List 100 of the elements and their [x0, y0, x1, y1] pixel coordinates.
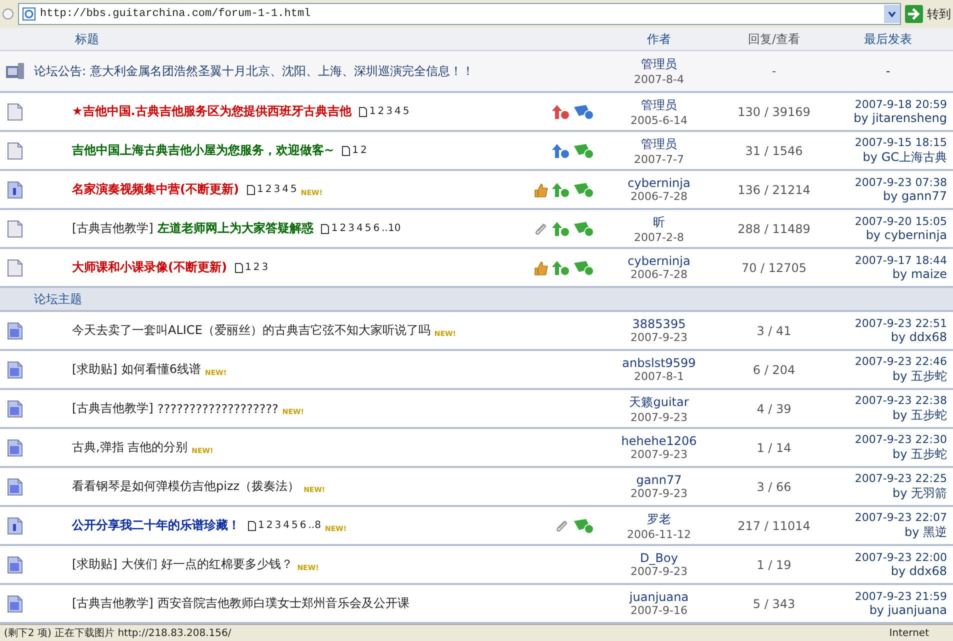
reply-view-count: 5 / 343: [752, 596, 796, 610]
category-link[interactable]: [古典吉他教学]: [72, 220, 154, 237]
last-post-time[interactable]: 2007-9-23 22:51: [854, 317, 947, 330]
topic-link[interactable]: 今天去卖了一套叫ALICE（爱丽丝）的古典吉它弦不知大家听说了吗: [72, 322, 430, 339]
last-poster[interactable]: by 五步蛇: [892, 368, 947, 384]
page-link[interactable]: 2: [253, 262, 260, 273]
topic-link[interactable]: 古典,弹指 吉他的分别: [72, 439, 188, 456]
page-link[interactable]: 5: [290, 184, 297, 195]
last-post-time[interactable]: 2007-9-15 18:15: [854, 136, 947, 148]
author-link[interactable]: hehehe1206: [621, 434, 697, 448]
author-link[interactable]: 管理员: [641, 96, 677, 114]
author-link[interactable]: 罗老: [647, 510, 671, 528]
last-poster[interactable]: by 五步蛇: [892, 406, 947, 424]
page-link[interactable]: 3: [262, 262, 268, 273]
page-link[interactable]: 1: [331, 223, 338, 234]
author-link[interactable]: juanjuana: [629, 590, 689, 604]
last-poster[interactable]: by GC上海古典: [862, 148, 947, 166]
post-date: 2007-9-23: [630, 565, 688, 578]
last-post-time[interactable]: 2007-9-23 21:59: [854, 590, 947, 603]
page-link[interactable]: 1: [256, 184, 264, 195]
topic-link[interactable]: 大师课和小课录像(不断更新): [72, 259, 227, 276]
page-link[interactable]: 6: [300, 520, 306, 531]
page-link[interactable]: 4: [394, 106, 401, 117]
post-date: 2007-8-1: [634, 370, 684, 383]
author-link[interactable]: 3885395: [632, 317, 686, 331]
page-link[interactable]: 3: [274, 184, 280, 195]
author-link[interactable]: anbslst9599: [622, 356, 696, 370]
page-link[interactable]: 1: [258, 520, 264, 531]
go-arrow-icon[interactable]: [905, 5, 923, 23]
post-date: 2006-7-28: [630, 268, 688, 281]
author-link[interactable]: cyberninja: [628, 254, 690, 268]
topic-link[interactable]: 西安音院吉他教师白璞女士郑州音乐会及公开课: [157, 595, 410, 612]
page-link[interactable]: 2: [340, 223, 346, 234]
author-link[interactable]: cyberninja: [628, 176, 690, 190]
page-link[interactable]: 2: [265, 184, 272, 195]
last-post-time[interactable]: 2007-9-18 20:59: [854, 98, 947, 111]
author-link[interactable]: 管理员: [641, 136, 677, 152]
last-poster[interactable]: by gann77: [883, 189, 947, 203]
page-link[interactable]: 1: [244, 262, 252, 273]
page-link[interactable]: 5: [364, 223, 372, 234]
topic-link[interactable]: 如何看懂6线谱: [121, 361, 202, 378]
last-poster[interactable]: by 五步蛇: [892, 446, 947, 462]
author-link[interactable]: D_Boy: [640, 551, 678, 565]
last-poster[interactable]: by jitarensheng: [854, 111, 947, 125]
announcement-link[interactable]: 论坛公告: 意大利金属名团浩然圣翼十月北京、沈阳、上海、深圳巡演完全信息！！: [34, 62, 474, 80]
last-post-time[interactable]: 2007-9-23 22:46: [854, 354, 947, 368]
last-post-time[interactable]: 2007-9-23 22:30: [854, 432, 947, 446]
category-link[interactable]: [古典吉他教学]: [72, 400, 154, 417]
page-link[interactable]: 4: [283, 520, 290, 531]
last-poster[interactable]: by juanjuana: [869, 603, 947, 617]
topic-link[interactable]: 公开分享我二十年的乐谱珍藏！: [72, 517, 240, 534]
last-poster[interactable]: by ddx68: [890, 564, 947, 578]
page-link[interactable]: 5: [292, 520, 298, 531]
page-link[interactable]: 3: [386, 106, 392, 117]
page-link[interactable]: 6: [373, 223, 380, 234]
last-poster[interactable]: by maize: [892, 267, 947, 281]
page-link[interactable]: ..8: [308, 520, 321, 531]
category-link[interactable]: [求助贴]: [72, 556, 118, 573]
page-link[interactable]: 3: [274, 520, 282, 531]
last-post-time[interactable]: 2007-9-20 15:05: [854, 215, 947, 228]
last-post-time[interactable]: 2007-9-17 18:44: [854, 254, 947, 267]
last-post-time[interactable]: 2007-9-23 22:38: [854, 394, 947, 406]
page-link[interactable]: 2: [360, 145, 367, 156]
page-link[interactable]: 2: [266, 520, 273, 531]
page-link[interactable]: 4: [282, 184, 288, 195]
page-link[interactable]: 5: [402, 106, 410, 117]
page-link[interactable]: 2: [378, 106, 384, 117]
page-link[interactable]: 4: [356, 223, 363, 234]
category-link[interactable]: [求助贴]: [72, 361, 118, 378]
topic-link[interactable]: ★吉他中国.古典吉他服务区为您提供西班牙古典吉他: [72, 103, 352, 120]
category-link[interactable]: [古典吉他教学]: [72, 595, 154, 612]
topic-link[interactable]: ???????????????????: [157, 402, 278, 416]
dropdown-icon[interactable]: [884, 5, 900, 23]
topic-link[interactable]: 名家演奏视频集中营(不断更新): [72, 181, 239, 198]
reply-view-count: 217 / 11014: [738, 518, 810, 532]
last-post-time[interactable]: 2007-9-23 22:00: [854, 551, 947, 564]
last-post-time[interactable]: 2007-9-23 07:38: [854, 176, 947, 189]
last-poster[interactable]: by cyberninja: [866, 228, 947, 242]
post-date: 2006-11-12: [627, 528, 691, 540]
last-post-time[interactable]: 2007-9-23 22:25: [854, 472, 947, 484]
last-poster[interactable]: by 无羽箭: [892, 484, 947, 502]
author-link[interactable]: gann77: [636, 473, 682, 487]
topic-link[interactable]: 左道老师网上为大家答疑解惑: [157, 220, 314, 237]
go-link[interactable]: 转到: [927, 6, 951, 22]
last-post-time[interactable]: 2007-9-23 22:07: [854, 510, 947, 524]
page-link[interactable]: 1: [369, 106, 376, 117]
page-link[interactable]: ..10: [382, 223, 401, 234]
last-poster[interactable]: by ddx68: [890, 330, 947, 344]
page-link[interactable]: 3: [348, 223, 354, 234]
topic-link[interactable]: 吉他中国上海古典吉他小屋为您服务，欢迎做客~: [72, 142, 334, 159]
author-link[interactable]: 管理员: [641, 56, 677, 73]
last-poster[interactable]: by 黑逆: [904, 524, 947, 540]
reply-view-count: 3 / 66: [756, 480, 792, 494]
info-document-icon: [7, 180, 23, 198]
topic-link[interactable]: 看看钢琴是如何弹模仿吉他pizz（拨奏法）: [72, 478, 300, 495]
topic-link[interactable]: 大侠们 好一点的红棉要多少钱？: [121, 556, 294, 573]
address-field[interactable]: http://bbs.guitarchina.com/forum-1-1.html: [18, 3, 901, 25]
author-link[interactable]: 天籁guitar: [629, 394, 689, 410]
author-link[interactable]: 昕: [653, 214, 665, 230]
page-link[interactable]: 1: [352, 145, 358, 156]
